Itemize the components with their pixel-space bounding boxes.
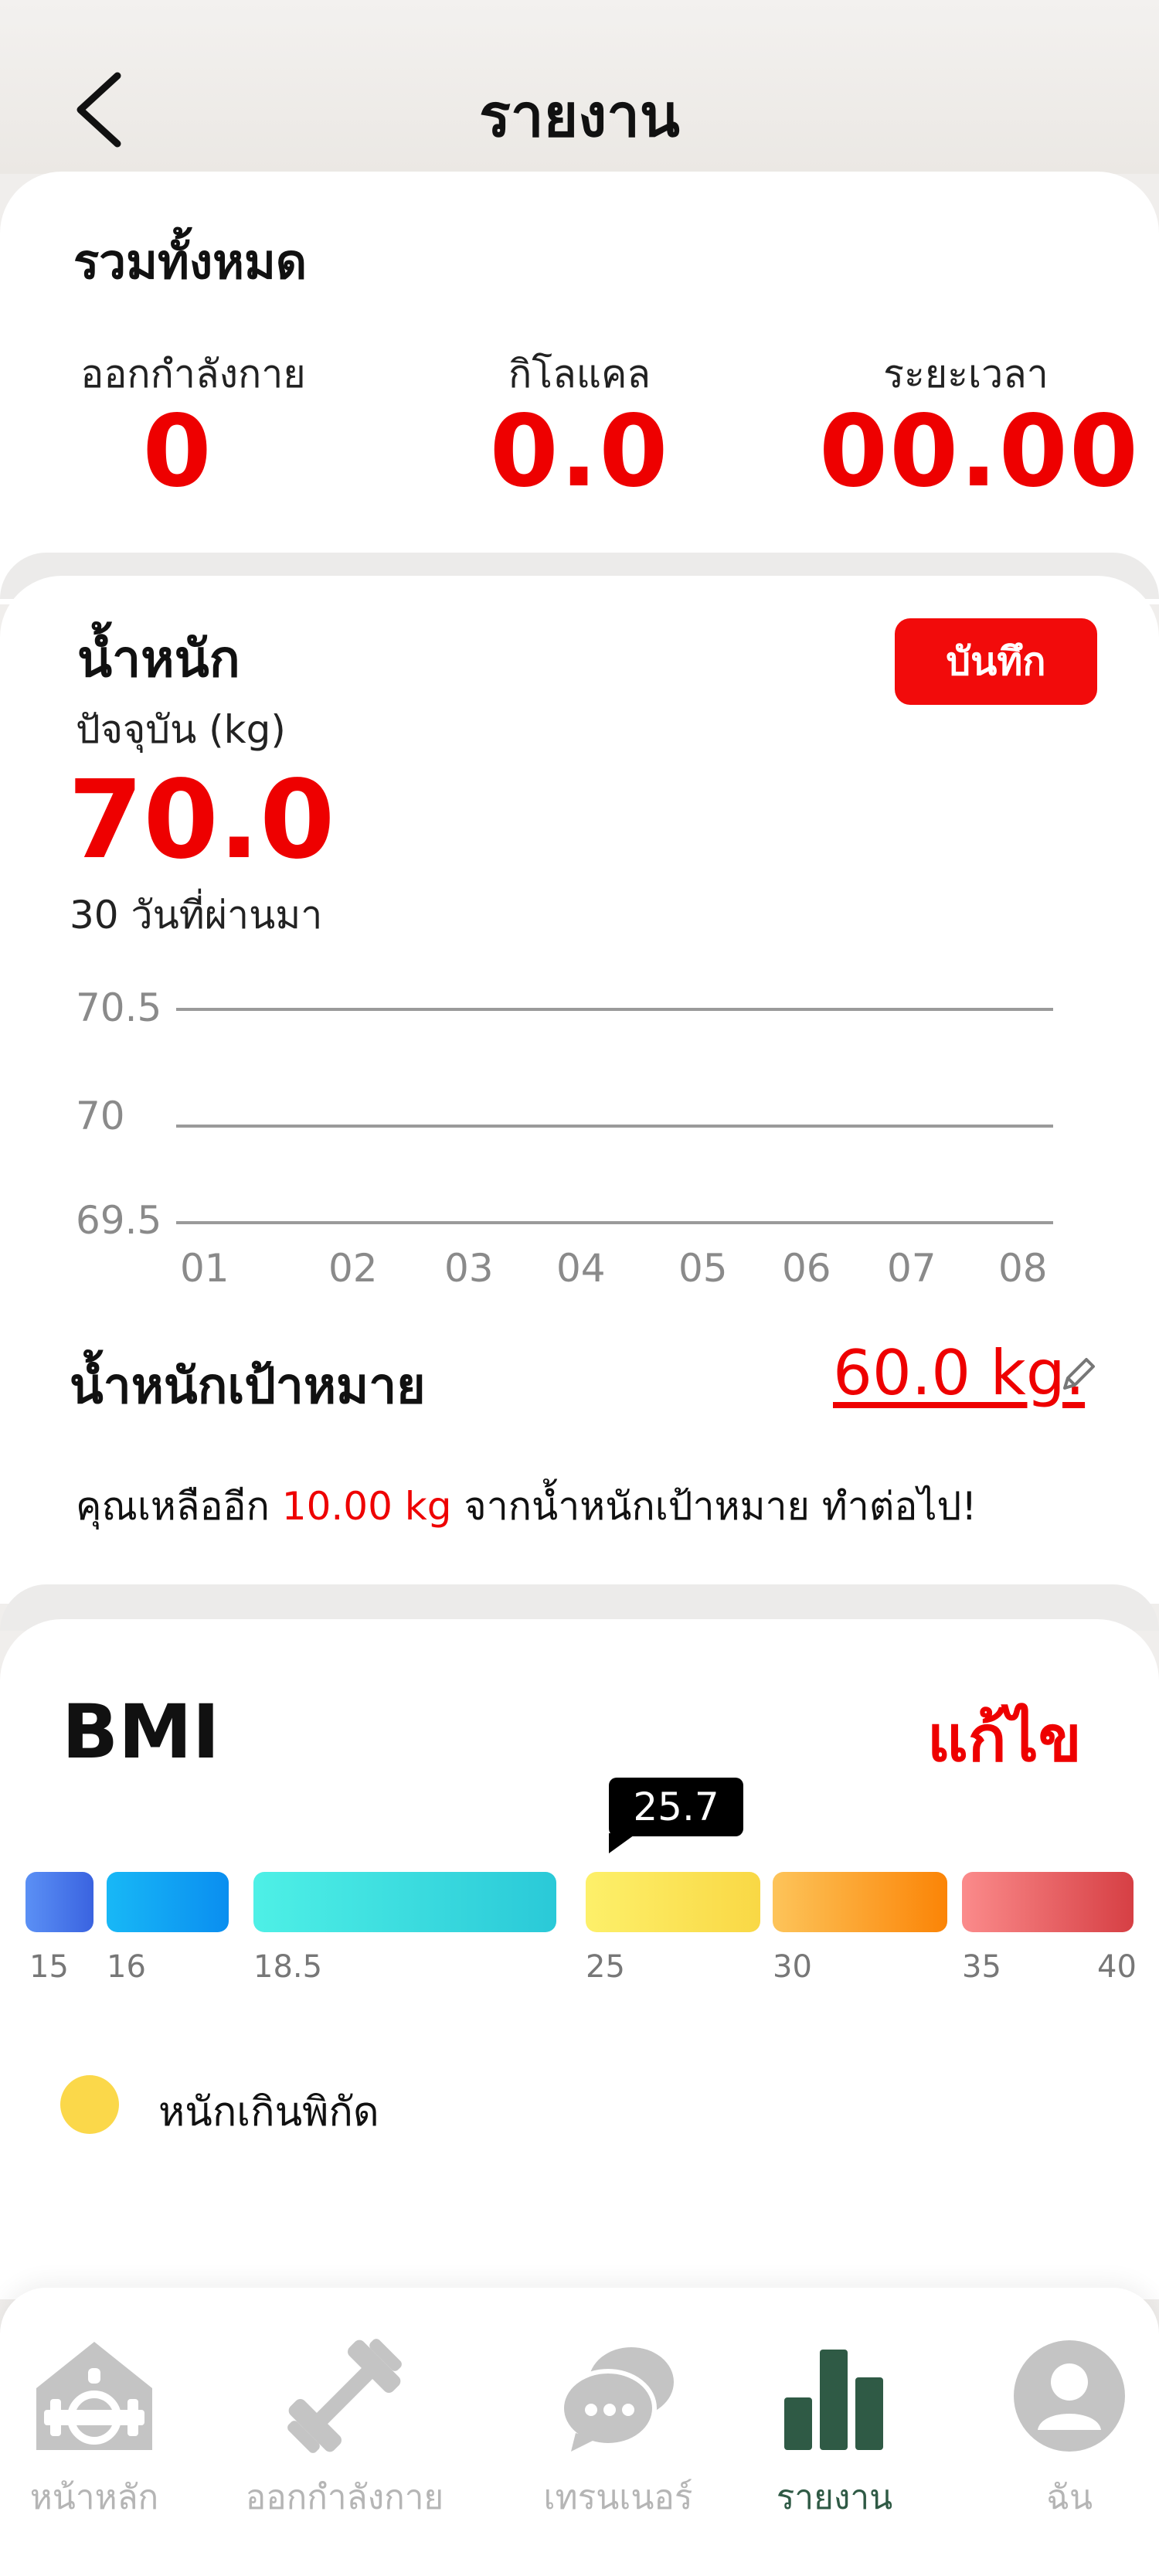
page-title: รายงาน — [479, 81, 680, 150]
nav-item-home[interactable]: หน้าหลัก — [0, 2334, 210, 2524]
summary-title: รวมทั้งหมด — [73, 233, 308, 290]
bmi-segment-severely-obese — [962, 1872, 1134, 1932]
bmi-segment-obese — [773, 1872, 947, 1932]
bmi-tick-label: 16 — [107, 1949, 146, 1985]
x-tick-label: 06 — [782, 1246, 831, 1291]
bmi-segment-overweight — [586, 1872, 760, 1932]
bmi-value-badge: 25.7 — [609, 1778, 743, 1836]
bmi-tick-label: 25 — [586, 1949, 625, 1985]
pencil-icon — [1063, 1358, 1095, 1390]
duration-value: 00.00 — [819, 394, 1140, 509]
grid-line — [176, 1008, 1053, 1011]
goal-weight-title: น้ำหนักเป้าหมาย — [70, 1358, 426, 1415]
dumbbell-icon — [287, 2339, 402, 2453]
grid-line — [176, 1125, 1053, 1128]
nav-label: ออกกำลังกาย — [245, 2478, 444, 2517]
bmi-tick-label: 15 — [29, 1949, 69, 1985]
bmi-badge-pointer — [609, 1833, 637, 1853]
bmi-edit-button[interactable]: แก้ไข — [927, 1689, 1082, 1789]
user-icon — [1014, 2340, 1125, 2452]
period-label: 30 วันที่ผ่านมา — [70, 893, 323, 938]
goal-message-amount: 10.00 kg — [281, 1484, 452, 1529]
nav-item-profile[interactable]: ฉัน — [953, 2334, 1159, 2524]
x-tick-label: 02 — [328, 1246, 378, 1291]
x-tick-label: 04 — [556, 1246, 606, 1291]
y-tick-label: 70 — [76, 1094, 125, 1138]
y-tick-label: 69.5 — [76, 1198, 162, 1243]
nav-item-report[interactable]: รายงาน — [719, 2334, 950, 2524]
current-weight-label: ปัจจุบัน (kg) — [76, 707, 286, 752]
bmi-segment-severe-underweight — [25, 1872, 93, 1932]
x-tick-label: 08 — [998, 1246, 1048, 1291]
goal-weight-value[interactable]: 60.0 kg. — [833, 1337, 1085, 1409]
x-tick-label: 07 — [887, 1246, 936, 1291]
current-weight-value: 70.0 — [68, 757, 335, 883]
grid-line — [176, 1221, 1053, 1224]
x-tick-label: 01 — [180, 1246, 229, 1291]
nav-item-workout[interactable]: ออกกำลังกาย — [229, 2334, 461, 2524]
bmi-segment-underweight — [107, 1872, 229, 1932]
goal-message-suffix: จากน้ำหนักเป้าหมาย ทำต่อไป! — [464, 1484, 977, 1529]
x-tick-label: 05 — [678, 1246, 728, 1291]
x-tick-label: 03 — [444, 1246, 494, 1291]
bmi-status-label: หนักเกินพิกัด — [158, 2089, 379, 2135]
nav-label: ฉัน — [1045, 2478, 1093, 2517]
nav-label: เทรนเนอร์ — [543, 2478, 693, 2517]
bmi-tick-label: 18.5 — [253, 1949, 323, 1985]
goal-message-prefix: คุณเหลืออีก — [76, 1484, 270, 1529]
save-weight-button[interactable]: บันทึก — [895, 618, 1097, 705]
workouts-value: 0 — [142, 394, 213, 509]
y-tick-label: 70.5 — [76, 985, 162, 1030]
nav-item-trainer[interactable]: เทรนเนอร์ — [502, 2334, 734, 2524]
bmi-title: BMI — [62, 1689, 220, 1775]
goal-message: คุณเหลืออีก 10.00 kg จากน้ำหนักเป้าหมาย … — [76, 1476, 977, 1537]
calories-value: 0.0 — [489, 394, 670, 509]
bmi-tick-label: 40 — [1097, 1949, 1137, 1985]
gym-home-icon — [36, 2342, 152, 2450]
nav-label: รายงาน — [776, 2478, 893, 2517]
bmi-segment-normal — [253, 1872, 556, 1932]
bmi-tick-label: 30 — [773, 1949, 812, 1985]
edit-goal-button[interactable] — [1059, 1354, 1099, 1394]
nav-label: หน้าหลัก — [29, 2478, 159, 2517]
bmi-tick-label: 35 — [962, 1949, 1001, 1985]
weight-title: น้ำหนัก — [77, 629, 240, 689]
chat-bubbles-icon — [559, 2347, 674, 2452]
bmi-status-dot — [60, 2075, 119, 2134]
bar-chart-icon — [784, 2350, 883, 2450]
